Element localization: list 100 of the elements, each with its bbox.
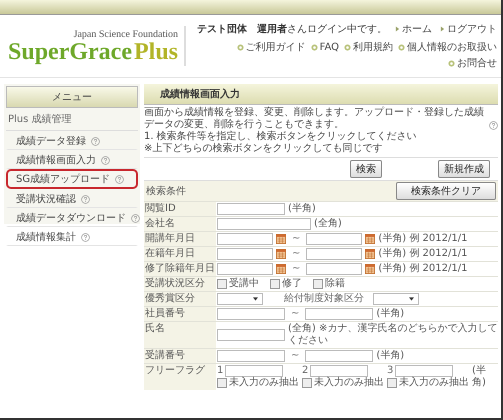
- menu-item[interactable]: 成績データ登録: [6, 131, 138, 150]
- date-field[interactable]: [217, 233, 273, 245]
- calendar-icon[interactable]: [276, 234, 286, 244]
- flag-number: 1: [217, 365, 224, 377]
- date-field[interactable]: [306, 248, 362, 260]
- checkbox-box[interactable]: [387, 378, 397, 388]
- clear-button[interactable]: 検索条件クリア: [396, 182, 496, 200]
- date-field[interactable]: [306, 233, 362, 245]
- range-separator: ~: [292, 263, 300, 275]
- field-label: 開講年月日: [145, 233, 195, 245]
- input-field[interactable]: [225, 365, 284, 377]
- calendar-icon[interactable]: [365, 234, 376, 244]
- menu-heading: メニュー: [6, 86, 138, 108]
- caret-icon: [253, 297, 258, 301]
- checkbox[interactable]: 除籍: [313, 278, 345, 290]
- field-label: 社員番号: [145, 308, 185, 320]
- calendar-icon[interactable]: [276, 249, 286, 259]
- page-title: 成績情報画面入力: [144, 84, 498, 105]
- date-field[interactable]: [217, 263, 273, 275]
- checkbox[interactable]: 未入力のみ抽出: [387, 377, 469, 389]
- menu-item[interactable]: 受講状況確認: [6, 189, 138, 208]
- flag-number: 2: [302, 365, 308, 377]
- field-label: 給付制度対象区分: [284, 293, 364, 305]
- field-label: 優秀賞区分: [145, 293, 195, 305]
- input-field[interactable]: [305, 350, 374, 362]
- help-icon: [101, 156, 110, 164]
- input-field[interactable]: [310, 365, 368, 377]
- header-link[interactable]: FAQ: [310, 40, 339, 54]
- range-separator: ~: [292, 233, 300, 245]
- dropdown[interactable]: [217, 293, 263, 305]
- field-label: 修了除籍年月日: [145, 263, 215, 275]
- bullet-icon: [398, 44, 405, 50]
- input-field[interactable]: [217, 218, 311, 230]
- hint-text: (全角): [314, 218, 342, 230]
- logo-text: Plus: [134, 40, 178, 64]
- checkbox-box[interactable]: [270, 279, 280, 289]
- organization-name: Japan Science Foundation: [74, 28, 178, 40]
- field-label: 氏名: [145, 323, 165, 335]
- checkbox[interactable]: 未入力のみ抽出: [217, 377, 299, 389]
- help-icon: [91, 136, 100, 146]
- field-label: フリーフラグ: [145, 365, 205, 377]
- date-field[interactable]: [217, 248, 273, 260]
- date-field[interactable]: [306, 263, 362, 275]
- hint-text: (全角) ※カナ、漢字氏名のどちらかで入力してください: [288, 323, 498, 347]
- nav-link[interactable]: ホーム: [395, 22, 432, 36]
- header-link[interactable]: 利用規約: [344, 40, 393, 54]
- help-icon: [131, 214, 140, 222]
- calendar-icon[interactable]: [365, 264, 376, 274]
- login-message: テスト団体 運用者さんログイン中です。: [197, 22, 387, 36]
- checkbox-box[interactable]: [217, 378, 227, 388]
- hint-text: (半角): [376, 308, 404, 320]
- menu-item[interactable]: 成績データダウンロード: [6, 208, 138, 227]
- triangle-icon: [440, 26, 445, 32]
- checkbox[interactable]: 受講中: [217, 278, 259, 290]
- dropdown[interactable]: [373, 293, 419, 305]
- hint-text: (半角): [472, 365, 487, 389]
- hint-text: (半角) 例 2012/1/1: [378, 248, 468, 260]
- description-text: 画面から成績情報を登録、変更、削除します。アップロード・登録した成績データの変更、削除を行うこともできます。: [144, 107, 485, 130]
- checkbox-box[interactable]: [217, 279, 227, 289]
- checkbox[interactable]: 修了: [270, 278, 302, 290]
- help-icon: [489, 121, 498, 130]
- header-link[interactable]: 個人情報のお取扱い: [398, 40, 497, 54]
- range-separator: ~: [291, 350, 300, 362]
- checkbox-box[interactable]: [302, 378, 312, 388]
- menu-item[interactable]: 成績情報画面入力: [6, 150, 138, 169]
- menu-section: Plus 成績管理: [6, 108, 138, 131]
- instruction-text: 1. 検索条件等を指定し、検索ボタンをクリックしてください: [144, 131, 418, 142]
- menu-item[interactable]: 成績情報集計: [6, 227, 138, 246]
- create-button[interactable]: 新規作成: [438, 160, 490, 178]
- input-field[interactable]: [217, 329, 285, 341]
- bullet-icon: [310, 44, 318, 50]
- field-label: 閲覧ID: [145, 203, 176, 215]
- calendar-icon[interactable]: [276, 264, 286, 274]
- input-field[interactable]: [217, 203, 285, 215]
- input-field[interactable]: [395, 365, 454, 377]
- search-button[interactable]: 検索: [350, 160, 382, 178]
- header-link[interactable]: ご利用ガイド: [236, 40, 306, 54]
- input-field[interactable]: [217, 308, 285, 320]
- logo-text: SuperGrace: [8, 40, 132, 64]
- checkbox[interactable]: 未入力のみ抽出: [302, 377, 384, 389]
- help-icon: [81, 194, 90, 204]
- field-label: 受講番号: [145, 350, 185, 362]
- field-label: 在籍年月日: [145, 248, 195, 260]
- input-field[interactable]: [217, 350, 285, 362]
- checkbox-box[interactable]: [313, 279, 323, 289]
- section-heading: 検索条件: [146, 184, 186, 198]
- help-icon: [115, 174, 124, 184]
- instruction-text: ※上下どちらの検索ボタンをクリックしても同じです: [144, 143, 384, 155]
- hint-text: (半角): [288, 203, 316, 215]
- caret-icon: [409, 297, 414, 301]
- hint-text: (半角) 例 2012/1/1: [378, 263, 468, 275]
- calendar-icon[interactable]: [365, 249, 376, 259]
- input-field[interactable]: [305, 308, 374, 320]
- range-separator: ~: [292, 248, 300, 260]
- nav-link[interactable]: ログアウト: [440, 22, 497, 36]
- menu-item[interactable]: SG成績アップロード: [6, 169, 138, 189]
- bullet-icon: [236, 44, 244, 50]
- field-label: 会社名: [145, 218, 175, 230]
- header-link[interactable]: お問合せ: [448, 56, 497, 70]
- hint-text: (半角) 例 2012/1/1: [378, 233, 468, 245]
